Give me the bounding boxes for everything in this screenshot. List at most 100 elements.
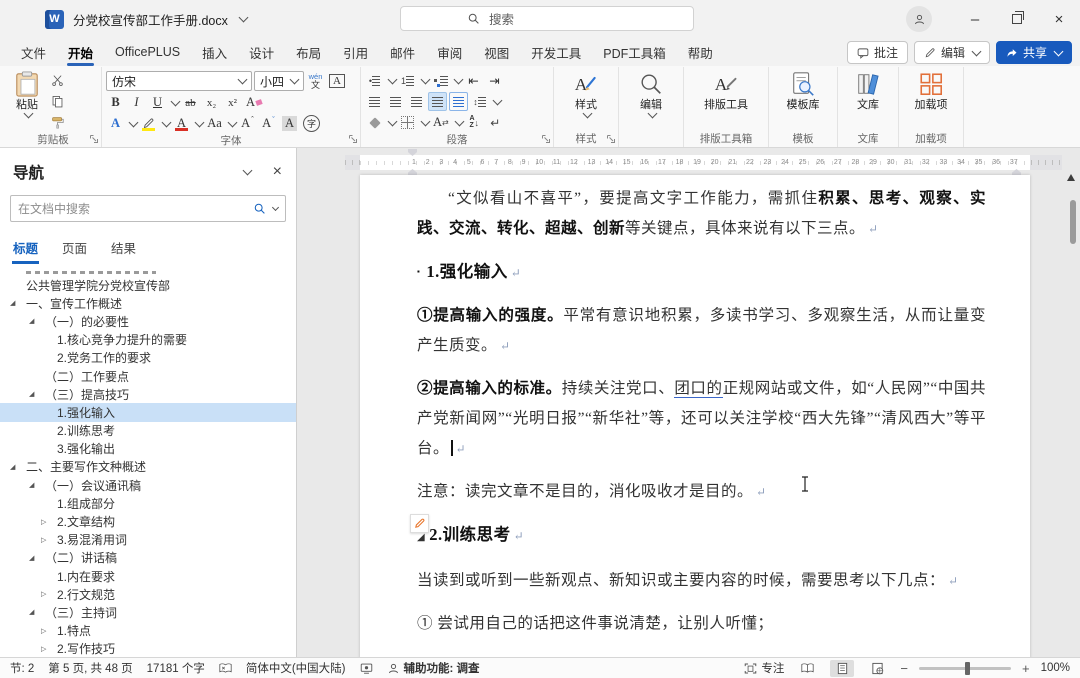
numbered-list-button[interactable]: 1 <box>398 71 417 90</box>
decrease-indent-button[interactable]: ⇤ <box>464 71 483 90</box>
nav-tree-item[interactable]: ▷3.易混淆用词 <box>0 531 296 549</box>
doc-paragraph[interactable]: 当读到或听到一些新观点、新知识或主要内容的时候，需要思考以下几点：↵ <box>417 566 986 596</box>
library-button[interactable]: 文库 <box>850 68 886 111</box>
comments-button[interactable]: 批注 <box>847 41 908 64</box>
text-effects-button[interactable]: A <box>106 114 125 133</box>
zoom-slider[interactable] <box>919 667 1011 670</box>
collapsed-triangle-icon[interactable]: ▷ <box>41 536 57 544</box>
nav-tree-item[interactable]: 1.内在要求 <box>0 567 296 585</box>
copy-button[interactable] <box>48 92 67 111</box>
ribbon-tab[interactable]: 视图 <box>473 38 520 66</box>
template-library-button[interactable]: 模板库 <box>782 68 825 111</box>
accessibility-status[interactable]: 辅助功能: 调查 <box>387 660 480 676</box>
page-indicator[interactable]: 第 5 页, 共 48 页 <box>48 660 132 676</box>
chevron-down-icon[interactable] <box>171 96 181 106</box>
align-right-button[interactable] <box>407 92 426 111</box>
proofing-errors-icon[interactable] <box>219 662 232 675</box>
nav-tab[interactable]: 页面 <box>62 238 87 259</box>
shading-button[interactable] <box>365 113 384 132</box>
chevron-down-icon[interactable] <box>388 74 398 84</box>
chevron-down-icon[interactable] <box>454 74 464 84</box>
chevron-down-icon[interactable] <box>195 117 205 127</box>
paragraph-dialog-launcher[interactable] <box>541 134 551 144</box>
font-color-button[interactable]: A <box>172 114 191 133</box>
language-indicator[interactable]: 简体中文(中国大陆) <box>246 660 346 676</box>
chevron-down-icon[interactable] <box>493 95 503 105</box>
show-marks-button[interactable]: ↵ <box>486 113 505 132</box>
doc-heading[interactable]: ◢2.训练思考↵ <box>417 520 986 553</box>
grow-font-button[interactable]: Aˆ <box>238 114 257 133</box>
nav-tree-item[interactable]: ◢（一）的必要性 <box>0 312 296 330</box>
character-border-button[interactable]: A <box>327 72 347 91</box>
word-count[interactable]: 17181 个字 <box>147 660 205 676</box>
change-case-button[interactable]: Aa <box>205 114 224 133</box>
sort-button[interactable]: AZ↓ <box>465 113 484 132</box>
share-button[interactable]: 共享 <box>996 41 1072 64</box>
nav-tree-item[interactable]: ◢（二）讲话稿 <box>0 549 296 567</box>
margin-pen-icon[interactable] <box>410 514 429 533</box>
ribbon-tab[interactable]: 开发工具 <box>520 38 592 66</box>
nav-tree-item[interactable]: ▷2.行文规范 <box>0 585 296 603</box>
collapsed-triangle-icon[interactable]: ▷ <box>41 590 57 598</box>
expanded-triangle-icon[interactable]: ◢ <box>10 463 26 471</box>
expanded-triangle-icon[interactable]: ◢ <box>29 608 45 616</box>
expanded-triangle-icon[interactable]: ◢ <box>29 554 45 562</box>
italic-button[interactable]: I <box>127 93 146 112</box>
superscript-button[interactable]: x² <box>223 93 242 112</box>
collapsed-triangle-icon[interactable]: ▷ <box>41 627 57 635</box>
nav-tab[interactable]: 标题 <box>13 238 38 259</box>
ribbon-tab[interactable]: 设计 <box>238 38 285 66</box>
collapsed-triangle-icon[interactable]: ▷ <box>41 518 57 526</box>
font-size-combobox[interactable]: 小四 <box>254 71 304 91</box>
chevron-down-icon[interactable] <box>129 117 139 127</box>
heading-marker-icon[interactable]: ▪ <box>417 267 420 276</box>
doc-paragraph[interactable]: “文似看山不喜平”，要提高文字工作能力，需抓住积累、思考、观察、实践、交流、转化… <box>417 184 986 244</box>
search-icon[interactable] <box>253 202 266 215</box>
line-spacing-button[interactable]: ↕ <box>470 92 489 111</box>
document-page[interactable]: “文似看山不喜平”，要提高文字工作能力，需抓住积累、思考、观察、实践、交流、转化… <box>360 175 1030 659</box>
nav-tree-item[interactable]: 1.核心竞争力提升的需要 <box>0 331 296 349</box>
cut-button[interactable] <box>48 71 67 90</box>
word-logo-icon[interactable]: W <box>45 10 64 29</box>
macro-recorder-icon[interactable] <box>360 662 373 675</box>
highlight-color-button[interactable] <box>139 114 158 133</box>
nav-tree-item[interactable]: ◢（一）会议通讯稿 <box>0 476 296 494</box>
styles-dialog-launcher[interactable] <box>606 134 616 144</box>
ribbon-tab[interactable]: PDF工具箱 <box>592 38 677 66</box>
nav-tree-item[interactable]: ▷1.特点 <box>0 622 296 640</box>
chevron-down-icon[interactable] <box>272 203 279 210</box>
clear-formatting-button[interactable]: A <box>244 93 264 112</box>
layout-tools-button[interactable]: 排版工具 <box>699 68 753 111</box>
print-layout-button[interactable] <box>830 660 854 677</box>
read-mode-button[interactable] <box>795 660 819 677</box>
format-painter-button[interactable] <box>48 113 67 132</box>
nav-tree-item[interactable]: 2.训练思考 <box>0 422 296 440</box>
addins-button[interactable]: 加载项 <box>909 68 953 111</box>
nav-tree-item[interactable]: ▷2.文章结构 <box>0 512 296 530</box>
heading-marker-icon[interactable]: ◢ <box>417 532 425 543</box>
doc-paragraph[interactable]: ①提高输入的强度。平常有意识地积累，多读书学习、多观察生活，从而让量变产生质变。… <box>417 301 986 361</box>
nav-tree-item[interactable]: ▷2.写作技巧 <box>0 640 296 658</box>
doc-paragraph[interactable]: ②提高输入的标准。持续关注党口、团口的正规网站或文件，如“人民网”“中国共产党新… <box>417 374 986 464</box>
section-indicator[interactable]: 节: 2 <box>10 660 34 676</box>
chevron-down-icon[interactable] <box>454 116 464 126</box>
close-button[interactable]: × <box>1038 0 1080 38</box>
nav-tree-item[interactable]: 公共管理学院分党校宣传部 <box>0 276 296 294</box>
restore-button[interactable] <box>996 0 1038 38</box>
titlebar-search-box[interactable]: 搜索 <box>400 6 694 31</box>
zoom-level[interactable]: 100% <box>1041 662 1070 674</box>
justify-button[interactable] <box>428 92 447 111</box>
clipboard-dialog-launcher[interactable] <box>89 134 99 144</box>
chevron-down-icon[interactable] <box>162 117 172 127</box>
align-left-button[interactable] <box>365 92 384 111</box>
nav-tree-item[interactable]: ◢（三）主持词 <box>0 603 296 621</box>
scrollbar-up-arrow[interactable] <box>1067 174 1075 181</box>
nav-tree-item[interactable]: （二）工作要点 <box>0 367 296 385</box>
editing-mode-button[interactable]: 编辑 <box>914 41 990 64</box>
ribbon-tab[interactable]: 审阅 <box>426 38 473 66</box>
ribbon-tab[interactable]: OfficePLUS <box>104 38 191 66</box>
distribute-button[interactable] <box>449 92 468 111</box>
bullet-list-button[interactable]: • <box>365 71 384 90</box>
web-layout-button[interactable] <box>865 660 889 677</box>
collapsed-triangle-icon[interactable]: ▷ <box>41 645 57 653</box>
